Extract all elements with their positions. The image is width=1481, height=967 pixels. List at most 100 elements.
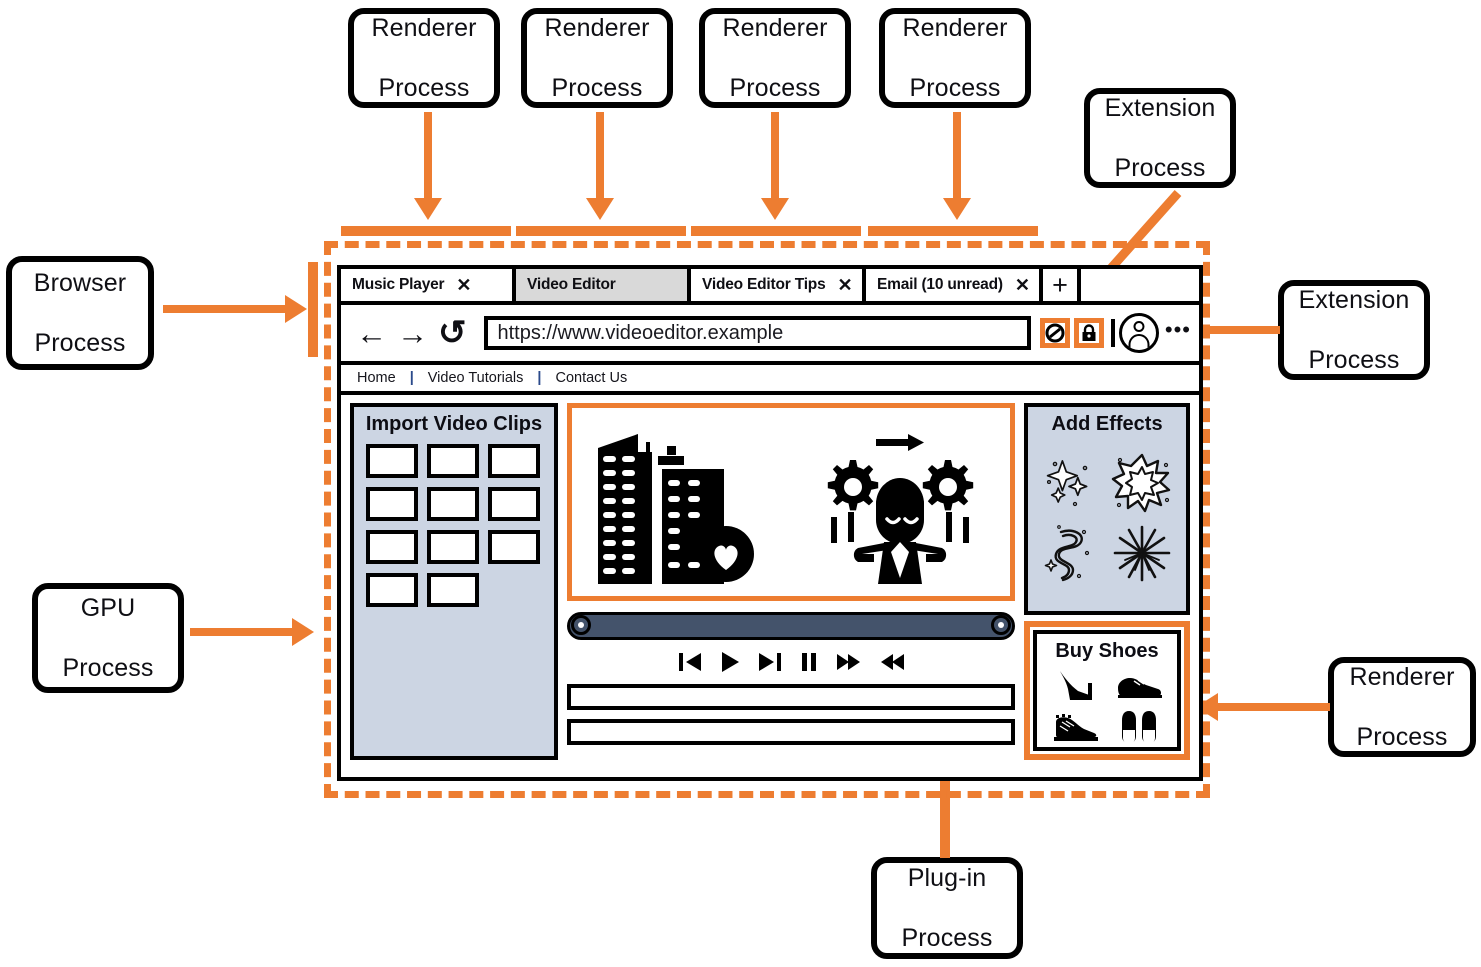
- video-clip-thumbnail[interactable]: [366, 530, 418, 564]
- shoe-grid: [1037, 665, 1177, 747]
- video-clip-thumbnail[interactable]: [427, 487, 479, 521]
- renderer-arrow-head-1: [414, 198, 442, 220]
- tab-highlight-bar-4: [868, 226, 1038, 236]
- play-button[interactable]: [719, 651, 741, 673]
- callout-line2: Process: [901, 924, 993, 952]
- gpu-arrow-head: [292, 618, 314, 646]
- avatar[interactable]: [1118, 313, 1159, 353]
- tab-highlight-bar-2: [516, 226, 686, 236]
- tab-email[interactable]: Email (10 unread) ✕: [866, 269, 1043, 301]
- callout-line2: Process: [1308, 346, 1400, 374]
- gear-icon: [827, 460, 879, 511]
- blocker-extension-icon[interactable]: [1039, 318, 1070, 348]
- site-navigation: Home | Video Tutorials | Contact Us: [341, 365, 1199, 395]
- video-clip-thumbnail[interactable]: [427, 530, 479, 564]
- callout-line1: Renderer: [902, 14, 1008, 42]
- video-scrubber[interactable]: [567, 612, 1015, 640]
- panel-title: Add Effects: [1051, 413, 1163, 435]
- dress-shoe-icon[interactable]: [1108, 665, 1170, 705]
- video-preview[interactable]: [567, 403, 1015, 601]
- scrubber-handle-left[interactable]: [571, 615, 591, 635]
- video-clip-thumbnail[interactable]: [427, 444, 479, 478]
- buy-shoes-ad[interactable]: Buy Shoes: [1024, 621, 1190, 760]
- callout-renderer-process-3: Renderer Process: [699, 8, 851, 108]
- callout-line1: Plug-in: [907, 864, 987, 892]
- tab-label: Music Player: [352, 276, 445, 293]
- video-clip-thumbnail[interactable]: [366, 487, 418, 521]
- reload-icon[interactable]: ↺: [433, 316, 472, 350]
- browser-arrow-shaft: [163, 305, 285, 313]
- overflow-menu-icon[interactable]: •••: [1165, 319, 1191, 347]
- close-icon[interactable]: ✕: [456, 276, 471, 294]
- site-nav-item-home[interactable]: Home: [357, 370, 396, 386]
- boot-icon[interactable]: [1044, 707, 1106, 747]
- browser-arrow-head: [285, 295, 307, 323]
- tab-video-editor[interactable]: Video Editor: [516, 269, 691, 301]
- video-clip-thumbnail[interactable]: [366, 573, 418, 607]
- video-clip-thumbnail[interactable]: [366, 444, 418, 478]
- fast-forward-button[interactable]: [836, 651, 862, 673]
- tab-music-player[interactable]: Music Player ✕: [341, 269, 516, 301]
- callout-line1: GPU: [80, 594, 136, 622]
- address-bar[interactable]: https://www.videoeditor.example: [483, 316, 1031, 350]
- import-video-clips-panel: Import Video Clips: [350, 403, 558, 760]
- forward-icon[interactable]: →: [392, 318, 433, 349]
- rewind-button[interactable]: [879, 651, 905, 673]
- video-clip-thumbnail[interactable]: [488, 444, 540, 478]
- squiggle-icon[interactable]: [1039, 520, 1105, 586]
- renderer-arrow-head-3: [761, 198, 789, 220]
- heart-icon: [698, 526, 754, 582]
- high-heel-icon[interactable]: [1044, 665, 1106, 705]
- diagram-canvas: Renderer Process Renderer Process Renderer…: [0, 0, 1481, 967]
- add-effects-panel: Add Effects: [1024, 403, 1190, 615]
- callout-line2: Process: [551, 74, 643, 102]
- slippers-icon[interactable]: [1108, 707, 1170, 747]
- timeline-track[interactable]: [567, 684, 1015, 710]
- firework-icon[interactable]: [1109, 520, 1175, 586]
- tab-video-editor-tips[interactable]: Video Editor Tips ✕: [691, 269, 866, 301]
- renderer-arrow-head-4: [943, 198, 971, 220]
- pause-button[interactable]: [799, 651, 819, 673]
- playback-controls: [567, 640, 1015, 684]
- sparkles-icon[interactable]: [1039, 450, 1105, 516]
- callout-plugin-process: Plug-in Process: [871, 857, 1023, 959]
- callout-gpu-process: GPU Process: [32, 583, 184, 693]
- gear-icon: [922, 460, 974, 511]
- tab-strip-empty-area: [1081, 269, 1199, 301]
- renderer-arrow-shaft-2: [596, 112, 604, 202]
- timeline-track[interactable]: [567, 719, 1015, 745]
- callout-line1: Renderer: [544, 14, 650, 42]
- renderer-ad-arrow-shaft: [1218, 703, 1330, 711]
- previous-track-button[interactable]: [678, 651, 702, 673]
- new-tab-button[interactable]: +: [1043, 269, 1081, 301]
- video-clip-grid: [354, 444, 554, 607]
- video-clip-thumbnail[interactable]: [427, 573, 479, 607]
- close-icon[interactable]: ✕: [1015, 276, 1030, 294]
- next-track-button[interactable]: [758, 651, 782, 673]
- site-nav-item-video-tutorials[interactable]: Video Tutorials: [428, 370, 524, 386]
- close-icon[interactable]: ✕: [838, 276, 853, 294]
- renderer-arrow-shaft-3: [771, 112, 779, 202]
- callout-extension-process-top: Extension Process: [1084, 88, 1236, 188]
- video-clip-thumbnail[interactable]: [488, 487, 540, 521]
- starburst-icon[interactable]: [1109, 450, 1175, 516]
- callout-line1: Renderer: [722, 14, 828, 42]
- back-icon[interactable]: ←: [351, 318, 392, 349]
- browser-chrome-highlight-bar: [308, 262, 318, 357]
- ad-title: Buy Shoes: [1055, 640, 1159, 662]
- callout-line1: Renderer: [371, 14, 477, 42]
- site-nav-item-contact-us[interactable]: Contact Us: [555, 370, 627, 386]
- callout-line2: Process: [62, 654, 154, 682]
- arrow-right-icon: [876, 434, 924, 451]
- lock-extension-icon[interactable]: [1073, 318, 1104, 348]
- scrubber-bar[interactable]: [567, 612, 1015, 640]
- ad-inner: Buy Shoes: [1033, 630, 1181, 751]
- scrubber-handle-right[interactable]: [991, 615, 1011, 635]
- callout-line2: Process: [729, 74, 821, 102]
- renderer-arrow-shaft-4: [953, 112, 961, 202]
- tab-strip: Music Player ✕ Video Editor Video Editor…: [341, 269, 1199, 305]
- video-clip-thumbnail[interactable]: [488, 530, 540, 564]
- callout-line2: Process: [378, 74, 470, 102]
- editor-right-column: Add Effects Buy Shoes: [1024, 403, 1190, 760]
- callout-renderer-process-2: Renderer Process: [521, 8, 673, 108]
